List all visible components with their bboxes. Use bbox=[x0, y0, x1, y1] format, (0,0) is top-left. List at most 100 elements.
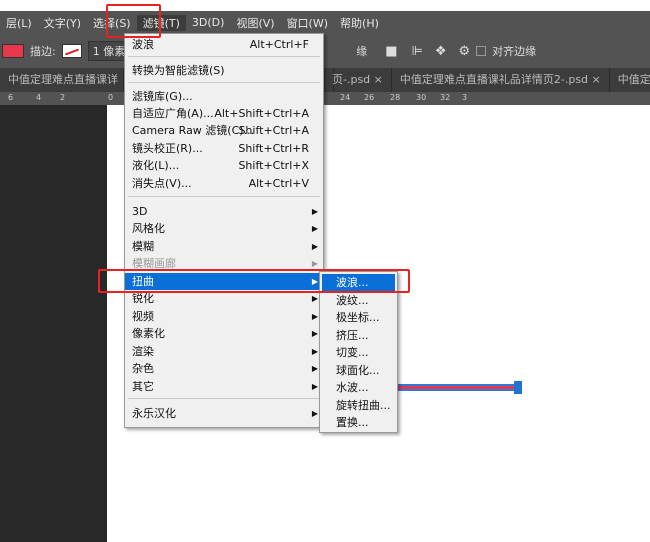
horizontal-ruler: 6420141618202224262830323 bbox=[0, 92, 650, 105]
ruler-tick-label: 24 bbox=[340, 93, 351, 102]
gear-icon[interactable]: ⚙ bbox=[459, 44, 471, 59]
align-edges-label: 对齐边缘 bbox=[492, 45, 537, 58]
distort-submenu-item[interactable]: 波纹... bbox=[320, 292, 397, 310]
filter-menu-item[interactable]: 渲染 ▶ bbox=[125, 343, 323, 360]
menu-item-label: 风格化 bbox=[132, 222, 165, 235]
pasteboard bbox=[0, 105, 107, 542]
menu-6[interactable]: 窗口(W) bbox=[281, 15, 334, 31]
filter-menu-item[interactable]: 波浪 Alt+Ctrl+F bbox=[125, 36, 323, 53]
menu-item-label: 像素化 bbox=[132, 327, 165, 340]
menu-4[interactable]: 3D(D) bbox=[186, 16, 231, 29]
menu-item-shortcut: Alt+Ctrl+V bbox=[248, 177, 309, 190]
distort-submenu: 波浪... 波纹... 极坐标... 挤压... 切变... 球面化... 水波... 旋转扭… bbox=[319, 271, 398, 433]
stroke-swatch[interactable] bbox=[61, 44, 82, 58]
menu-item-label: 杂色 bbox=[132, 362, 154, 375]
document-tab[interactable]: 页-.psd × bbox=[324, 68, 392, 92]
menu-item-label: 滤镜库(G)... bbox=[132, 90, 193, 103]
submenu-arrow-icon: ▶ bbox=[311, 224, 318, 233]
filter-menu-item[interactable]: 其它 ▶ bbox=[125, 378, 323, 395]
filter-menu-item[interactable]: 转换为智能滤镜(S) bbox=[125, 62, 323, 79]
submenu-arrow-icon: ▶ bbox=[311, 409, 318, 418]
menu-item-label: 波浪 bbox=[132, 38, 154, 51]
ruler-tick-label: 3 bbox=[462, 93, 468, 102]
submenu-arrow-icon: ▶ bbox=[311, 382, 318, 391]
menu-item-shortcut: Shift+Ctrl+A bbox=[238, 124, 309, 137]
menu-item-label: 模糊 bbox=[132, 240, 154, 253]
top-strip bbox=[0, 0, 650, 11]
filter-menu: 波浪 Alt+Ctrl+F 转换为智能滤镜(S) 滤镜库(G)... 自适应广角(A).… bbox=[124, 33, 324, 428]
filter-menu-item[interactable]: 杂色 ▶ bbox=[125, 360, 323, 377]
ruler-tick-label: 4 bbox=[36, 93, 42, 102]
filter-menu-item[interactable]: 模糊 ▶ bbox=[125, 238, 323, 255]
submenu-arrow-icon: ▶ bbox=[311, 312, 318, 321]
ruler-tick-label: 30 bbox=[416, 93, 427, 102]
line-shape[interactable] bbox=[398, 384, 516, 391]
submenu-arrow-icon: ▶ bbox=[311, 242, 318, 251]
distort-submenu-item[interactable]: 置换... bbox=[320, 414, 397, 432]
menu-item-label: 液化(L)... bbox=[132, 159, 180, 172]
distort-submenu-item[interactable]: 球面化... bbox=[320, 362, 397, 380]
distort-submenu-item[interactable]: 切变... bbox=[320, 344, 397, 362]
options-bar: 描边: 1 像素 缘 ■ ⊫ ❖ ⚙ 对齐边缘 bbox=[0, 34, 650, 68]
partial-label: 缘 bbox=[356, 45, 368, 58]
distort-submenu-item[interactable]: 挤压... bbox=[320, 327, 397, 345]
menu-item-shortcut: Shift+Ctrl+X bbox=[238, 159, 309, 172]
menu-item-shortcut: Alt+Shift+Ctrl+A bbox=[214, 107, 309, 120]
filter-menu-item[interactable]: 液化(L)... Shift+Ctrl+X bbox=[125, 157, 323, 174]
menu-item-label: 锐化 bbox=[132, 292, 154, 305]
submenu-arrow-icon: ▶ bbox=[311, 207, 318, 216]
filter-menu-item[interactable]: 自适应广角(A)... Alt+Shift+Ctrl+A bbox=[125, 105, 323, 122]
distort-submenu-item[interactable]: 极坐标... bbox=[320, 309, 397, 327]
filter-menu-item[interactable]: 3D ▶ bbox=[125, 203, 323, 220]
menu-item-label: 其它 bbox=[132, 380, 154, 393]
menu-separator bbox=[128, 56, 320, 57]
stroke-label: 描边: bbox=[30, 45, 56, 58]
filter-menu-item[interactable]: 消失点(V)... Alt+Ctrl+V bbox=[125, 175, 323, 192]
filter-menu-item[interactable]: 永乐汉化 ▶ bbox=[125, 405, 323, 422]
ruler-tick-label: 32 bbox=[440, 93, 451, 102]
path-arrangement-icon[interactable]: ❖ bbox=[435, 44, 447, 59]
menu-item-shortcut: Shift+Ctrl+R bbox=[238, 142, 309, 155]
ruler-tick-label: 28 bbox=[390, 93, 401, 102]
ruler-tick-label: 2 bbox=[60, 93, 66, 102]
menu-item-label: 镜头校正(R)... bbox=[132, 142, 203, 155]
menu-item-label: 转换为智能滤镜(S) bbox=[132, 64, 225, 77]
menu-item-label: 永乐汉化 bbox=[132, 407, 176, 420]
menu-7[interactable]: 帮助(H) bbox=[334, 15, 385, 31]
filter-menu-item[interactable]: 滤镜库(G)... bbox=[125, 88, 323, 105]
menu-5[interactable]: 视图(V) bbox=[230, 15, 280, 31]
menu-separator bbox=[128, 398, 320, 399]
path-alignment-icon[interactable]: ⊫ bbox=[412, 44, 423, 59]
menu-0[interactable]: 层(L) bbox=[0, 15, 38, 31]
menu-item-label: 渲染 bbox=[132, 345, 154, 358]
document-tab[interactable]: 中值定理难点直播课礼品详情页2-.psd × bbox=[392, 68, 610, 92]
menu-item-label: 3D bbox=[132, 205, 148, 218]
fill-color-swatch[interactable] bbox=[2, 44, 24, 58]
submenu-arrow-icon: ▶ bbox=[311, 364, 318, 373]
menu-separator bbox=[128, 196, 320, 197]
menubar: 层(L) 文字(Y) 选择(S) 滤镜(T) 3D(D) 视图(V) 窗口(W) 帮助(H) bbox=[0, 11, 650, 34]
annotation-box-distort bbox=[98, 269, 410, 293]
filter-menu-item[interactable]: 像素化 ▶ bbox=[125, 325, 323, 342]
menu-item-label: 视频 bbox=[132, 310, 154, 323]
document-tab[interactable]: 中值定理难 bbox=[610, 68, 650, 92]
menu-item-label: 自适应广角(A)... bbox=[132, 107, 214, 120]
filter-menu-item[interactable]: Camera Raw 滤镜(C)... Shift+Ctrl+A bbox=[125, 122, 323, 139]
submenu-arrow-icon: ▶ bbox=[311, 347, 318, 356]
annotation-box-filter-menu bbox=[106, 4, 161, 38]
menu-item-shortcut: Alt+Ctrl+F bbox=[249, 38, 309, 51]
distort-submenu-item[interactable]: 旋转扭曲... bbox=[320, 397, 397, 415]
distort-submenu-item[interactable]: 水波... bbox=[320, 379, 397, 397]
path-operations-icon[interactable]: ■ bbox=[385, 44, 397, 59]
path-anchor-handle[interactable] bbox=[514, 381, 522, 394]
menu-1[interactable]: 文字(Y) bbox=[38, 15, 87, 31]
menu-item-label: 消失点(V)... bbox=[132, 177, 192, 190]
menu-separator bbox=[128, 82, 320, 83]
ruler-tick-label: 0 bbox=[108, 93, 114, 102]
filter-menu-item[interactable]: 视频 ▶ bbox=[125, 308, 323, 325]
filter-menu-item[interactable]: 风格化 ▶ bbox=[125, 220, 323, 237]
ruler-tick-label: 26 bbox=[364, 93, 375, 102]
menu-item-label: Camera Raw 滤镜(C)... bbox=[132, 124, 255, 137]
align-edges-checkbox[interactable] bbox=[476, 46, 487, 56]
filter-menu-item[interactable]: 镜头校正(R)... Shift+Ctrl+R bbox=[125, 140, 323, 157]
